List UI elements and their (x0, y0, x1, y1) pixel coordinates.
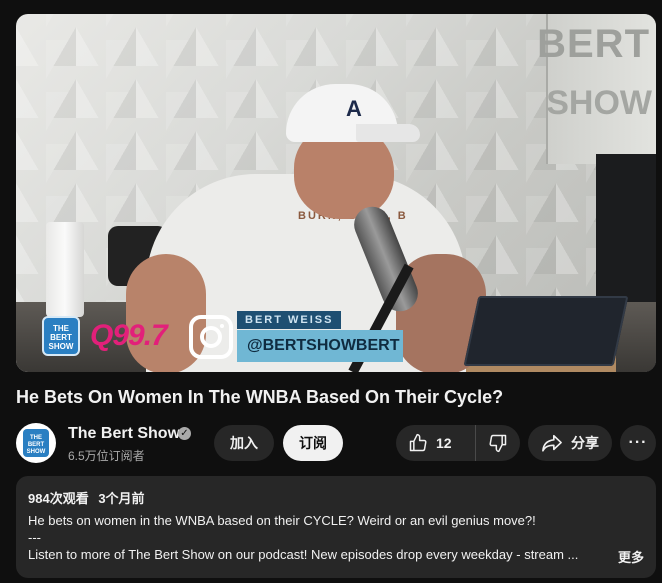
channel-row: THE BERT SHOW The Bert Show ✓ 6.5万位订阅者 加… (16, 423, 656, 463)
like-button[interactable]: 12 (396, 425, 476, 461)
upload-date: 3个月前 (98, 491, 145, 506)
video-player[interactable]: BERT SHOW BURN, BURN, B A THE BERT SHOW … (16, 14, 656, 372)
subscribe-button[interactable]: 订阅 (283, 425, 343, 461)
video-meta: 984次观看 3个月前 (28, 488, 644, 507)
instagram-icon (189, 315, 233, 359)
cap-brim (356, 124, 420, 142)
handle-label: BERT WEISS (237, 311, 342, 329)
like-count: 12 (436, 435, 452, 451)
description-box[interactable]: 984次观看 3个月前 He bets on women in the WNBA… (16, 476, 656, 578)
like-dislike-group: 12 (396, 425, 520, 461)
wall-sign-text-2: SHOW (546, 84, 652, 122)
social-handle: @BERTSHOWBERT (237, 330, 403, 362)
show-more-link[interactable]: 更多 (618, 547, 644, 566)
channel-name[interactable]: The Bert Show (68, 425, 180, 443)
wall-sign: BERT SHOW (537, 14, 656, 164)
share-button[interactable]: 分享 (528, 425, 612, 461)
share-label: 分享 (571, 435, 599, 451)
cup (46, 222, 84, 317)
dislike-button[interactable] (476, 425, 520, 461)
overlay-logos: THE BERT SHOW Q99.7 (42, 316, 168, 356)
keyboard (463, 296, 629, 366)
more-actions-button[interactable]: ··· (620, 425, 656, 461)
subscriber-count: 6.5万位订阅者 (68, 449, 145, 463)
channel-avatar[interactable]: THE BERT SHOW (16, 423, 56, 463)
description-line-1: He bets on women in the WNBA based on th… (28, 513, 536, 528)
join-button[interactable]: 加入 (214, 425, 274, 461)
verified-check-icon: ✓ (178, 427, 191, 440)
bert-show-logo: THE BERT SHOW (42, 316, 80, 356)
description-line-3: Listen to more of The Bert Show on our p… (28, 547, 579, 562)
thumbs-down-icon (488, 433, 508, 453)
video-title: He Bets On Women In The WNBA Based On Th… (16, 387, 504, 407)
description-line-3-row: Listen to more of The Bert Show on our p… (28, 547, 644, 566)
view-count: 984次观看 (28, 491, 89, 506)
share-arrow-icon (541, 433, 563, 453)
cap-logo: A (346, 96, 362, 121)
wall-sign-text-1: BERT (537, 22, 650, 66)
host-head-group: A (286, 84, 420, 219)
q997-logo: Q99.7 (90, 319, 168, 352)
description-line-2: --- (28, 530, 41, 545)
avatar-logo: THE BERT SHOW (23, 429, 49, 457)
more-horizontal-icon: ··· (628, 434, 648, 451)
thumbs-up-icon (408, 433, 428, 453)
